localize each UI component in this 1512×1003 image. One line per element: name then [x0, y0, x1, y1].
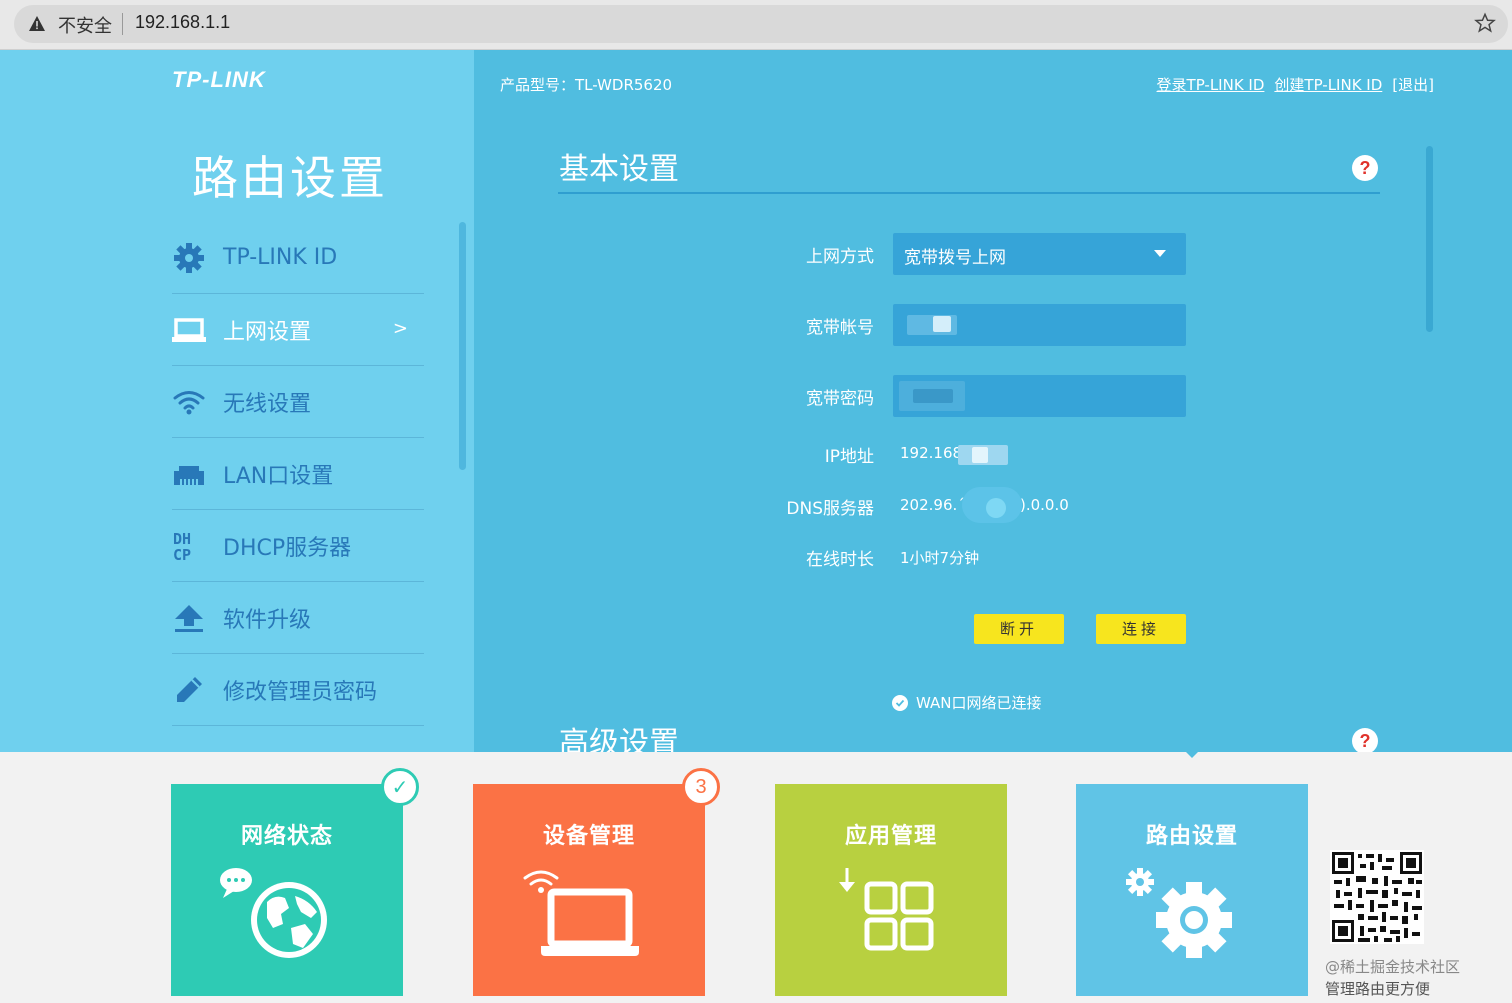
bookmark-star-icon[interactable] [1474, 12, 1496, 34]
ip-address-label: IP地址 [824, 447, 874, 467]
sidebar: TP-LINK 路由设置 TP-LINK ID 上网设置 > 无线设置 LAN口… [0, 50, 474, 752]
tile-label: 路由设置 [1145, 824, 1238, 849]
sidebar-item-firmware-upgrade[interactable]: 软件升级 [172, 582, 424, 654]
sidebar-item-internet-settings[interactable]: 上网设置 > [172, 294, 424, 366]
tile-status-badge: ✓ [381, 768, 419, 806]
notification-badge: 3 [682, 768, 720, 806]
gears-icon [1126, 868, 1232, 958]
globe-icon [220, 868, 327, 958]
dns-server-label: DNS服务器 [786, 499, 874, 519]
online-duration-value: 1小时7分钟 [900, 549, 980, 567]
wan-status-text: WAN口网络已连接 [916, 694, 1042, 712]
active-tile-pointer [1180, 746, 1204, 758]
sidebar-item-lan[interactable]: LAN口设置 [172, 438, 424, 510]
tile-app-management[interactable]: 应用管理 [775, 784, 1007, 996]
create-tp-link-id-link[interactable]: 创建TP-LINK ID [1274, 74, 1382, 95]
apps-grid-icon [839, 868, 934, 951]
laptop-icon [172, 313, 206, 347]
tile-label: 网络状态 [240, 824, 333, 849]
sidebar-item-label: 修改管理员密码 [223, 679, 378, 705]
section-divider [558, 192, 1380, 194]
browser-address-bar: 不安全 192.168.1.1 [0, 0, 1512, 50]
sidebar-title: 路由设置 [192, 151, 388, 205]
login-tp-link-id-link[interactable]: 登录TP-LINK ID [1157, 74, 1265, 95]
chevron-right-icon: > [392, 318, 408, 339]
account-label: 宽带帐号 [806, 318, 874, 338]
warning-icon[interactable] [28, 15, 46, 33]
sidebar-item-wireless[interactable]: 无线设置 [172, 366, 424, 438]
sidebar-item-admin-password[interactable]: 修改管理员密码 [172, 654, 424, 726]
pencil-icon [172, 673, 206, 707]
sidebar-scrollbar[interactable] [459, 222, 466, 470]
sidebar-item-label: LAN口设置 [223, 463, 334, 489]
qr-caption: @稀土掘金技术社区 管理路由更方便 [1325, 956, 1460, 1000]
connection-type-value: 宽带拨号上网 [904, 248, 1006, 268]
tile-device-management[interactable]: 设备管理 [473, 784, 705, 996]
tile-label: 应用管理 [844, 824, 937, 849]
help-icon[interactable]: ? [1352, 728, 1378, 752]
check-circle-icon [892, 694, 908, 711]
connect-button[interactable]: 连接 [1096, 614, 1186, 644]
url-field[interactable] [14, 5, 1508, 43]
tp-link-logo[interactable]: TP-LINK [172, 67, 266, 93]
tile-router-settings[interactable]: 路由设置 [1076, 784, 1308, 996]
help-icon[interactable]: ? [1352, 155, 1378, 181]
sidebar-item-label: DHCP服务器 [223, 535, 352, 561]
qr-code-image [1330, 850, 1424, 944]
dns-server-value-secondary: ).0.0.0 [1020, 496, 1069, 514]
redacted-blur [933, 316, 951, 332]
password-label: 宽带密码 [806, 389, 874, 409]
sidebar-item-dhcp[interactable]: DH CP DHCP服务器 [172, 510, 424, 582]
account-links: 登录TP-LINK ID 创建TP-LINK ID [退出] [1157, 74, 1434, 95]
url-divider [122, 13, 123, 35]
laptop-wifi-icon [523, 870, 639, 956]
sidebar-item-label: 上网设置 [223, 319, 312, 345]
sidebar-nav: TP-LINK ID 上网设置 > 无线设置 LAN口设置 DH CP DHCP… [172, 222, 424, 726]
redacted-blur [913, 389, 953, 403]
tile-network-status[interactable]: 网络状态 [171, 784, 403, 996]
logout-link[interactable]: [退出] [1392, 74, 1434, 95]
tile-label: 设备管理 [542, 824, 635, 849]
connection-type-select[interactable]: 宽带拨号上网 [893, 233, 1186, 275]
online-duration-label: 在线时长 [806, 550, 874, 570]
security-status[interactable]: 不安全 [58, 12, 112, 38]
password-field[interactable] [893, 375, 1186, 417]
wifi-icon [172, 385, 206, 419]
svg-text:CP: CP [173, 546, 191, 563]
advanced-settings-title: 高级设置 [559, 726, 679, 752]
url-text[interactable]: 192.168.1.1 [135, 12, 230, 33]
main-panel: 产品型号：TL-WDR5620 登录TP-LINK ID 创建TP-LINK I… [474, 50, 1512, 752]
connection-type-label: 上网方式 [806, 247, 874, 267]
gear-icon [172, 241, 206, 275]
lan-port-icon [172, 457, 206, 491]
qr-caption-text: 管理路由更方便 [1325, 980, 1431, 998]
disconnect-button[interactable]: 断开 [974, 614, 1064, 644]
redacted-blur [972, 447, 988, 463]
redacted-blur [986, 498, 1006, 518]
sidebar-item-label: 软件升级 [223, 607, 312, 633]
dhcp-icon: DH CP [172, 529, 206, 563]
wan-status: WAN口网络已连接 [892, 692, 1042, 713]
account-field[interactable] [893, 304, 1186, 346]
basic-settings-title: 基本设置 [559, 152, 679, 187]
main-scrollbar[interactable] [1426, 146, 1433, 332]
ip-address-value: 192.168 [900, 444, 963, 462]
product-model: 产品型号：TL-WDR5620 [500, 76, 673, 94]
upload-icon [172, 601, 206, 635]
sidebar-item-label: TP-LINK ID [223, 245, 338, 270]
dns-server-value: 202.96.´ [900, 496, 965, 514]
dropdown-arrow-icon [1154, 250, 1166, 257]
sidebar-item-tp-link-id[interactable]: TP-LINK ID [172, 222, 424, 294]
sidebar-item-label: 无线设置 [223, 391, 312, 417]
watermark-text: @稀土掘金技术社区 [1325, 958, 1461, 976]
